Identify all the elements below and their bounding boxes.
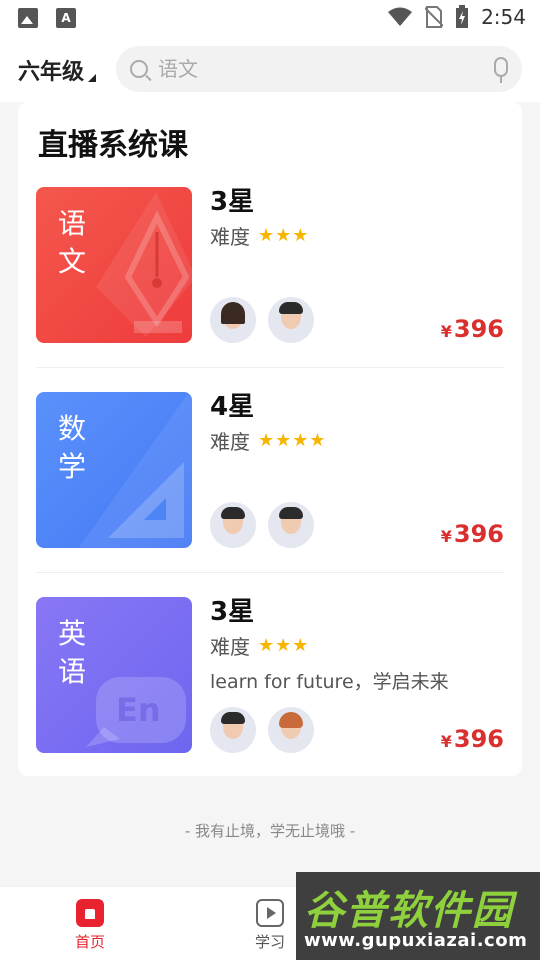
search-icon: [130, 60, 148, 78]
avatar: [268, 707, 314, 753]
wifi-icon: [388, 7, 413, 26]
avatar: [210, 297, 256, 343]
course-cover: 语文: [36, 187, 192, 343]
nav-home-label: 首页: [74, 933, 105, 951]
difficulty-label: 难度: [210, 635, 250, 659]
status-bar: A 2:54: [0, 0, 540, 36]
search-input[interactable]: [158, 57, 458, 81]
course-level: 3星: [210, 187, 255, 217]
difficulty-label: 难度: [210, 430, 250, 454]
grade-selector[interactable]: 六年级: [18, 54, 97, 86]
grade-label: 六年级: [18, 60, 85, 85]
dropdown-icon: [88, 74, 97, 82]
avatar: [268, 297, 314, 343]
nav-home[interactable]: 首页: [50, 899, 130, 952]
search-bar[interactable]: [116, 46, 522, 92]
course-level: 4星: [210, 392, 255, 422]
difficulty: 难度 ★★★: [210, 221, 309, 250]
course-level: 3星: [210, 597, 255, 627]
course-price: ¥396: [440, 315, 504, 343]
difficulty-label: 难度: [210, 225, 250, 249]
top-header: 六年级: [0, 36, 540, 102]
avatar: [268, 502, 314, 548]
star-icon: ★★★: [258, 635, 310, 656]
watermark-title: 谷普软件园: [304, 888, 514, 934]
course-slogan: learn for future，学启未来: [210, 671, 449, 693]
course-item-math[interactable]: 数学 4星 难度 ★★★★ ¥396: [36, 392, 504, 578]
avatar: [210, 502, 256, 548]
subject-label: 英语: [58, 617, 87, 688]
course-price: ¥396: [440, 520, 504, 548]
divider: [36, 572, 504, 573]
live-course-card: 直播系统课 语文 3星 难度 ★★★ ¥396 数学 4星 难度 ★★★★ ¥3…: [18, 102, 522, 776]
difficulty: 难度 ★★★: [210, 631, 309, 660]
course-item-chinese[interactable]: 语文 3星 难度 ★★★ ¥396: [36, 187, 504, 373]
watermark: 谷普软件园 www.gupuxiazai.com: [296, 872, 540, 960]
microphone-icon[interactable]: [494, 57, 508, 83]
course-cover: 英语 En: [36, 597, 192, 753]
cover-badge: En: [116, 691, 161, 729]
star-icon: ★★★★: [258, 430, 327, 451]
difficulty: 难度 ★★★★: [210, 426, 327, 455]
course-item-english[interactable]: 英语 En 3星 难度 ★★★ learn for future，学启未来 ¥3…: [36, 597, 504, 783]
teacher-avatars: [210, 297, 314, 343]
watermark-url: www.gupuxiazai.com: [304, 930, 528, 951]
subject-label: 数学: [58, 412, 87, 483]
teacher-avatars: [210, 502, 314, 548]
battery-charging-icon: [456, 5, 469, 28]
divider: [36, 367, 504, 368]
footer-note: - 我有止境，学无止境哦 -: [184, 822, 356, 840]
font-icon: A: [56, 8, 76, 28]
star-icon: ★★★: [258, 225, 310, 246]
home-icon: [76, 899, 104, 927]
subject-label: 语文: [58, 207, 87, 278]
avatar: [210, 707, 256, 753]
image-icon: [18, 8, 38, 28]
course-cover: 数学: [36, 392, 192, 548]
no-sim-icon: [425, 6, 444, 28]
teacher-avatars: [210, 707, 314, 753]
play-icon: [256, 899, 284, 927]
course-price: ¥396: [440, 725, 504, 753]
section-title: 直播系统课: [38, 128, 188, 163]
clock: 2:54: [481, 5, 526, 29]
